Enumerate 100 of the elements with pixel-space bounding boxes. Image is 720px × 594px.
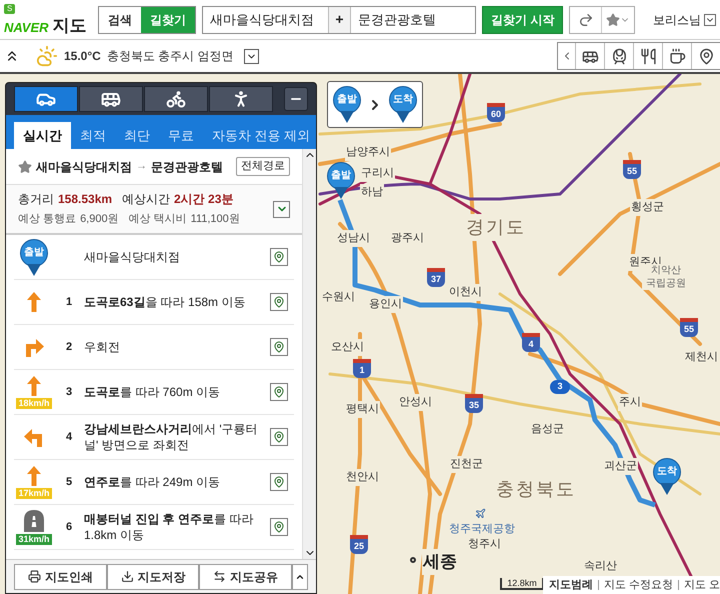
transport-tab[interactable] <box>14 86 78 112</box>
straight-arrow-icon <box>27 292 41 312</box>
airport-icon <box>475 508 486 519</box>
favorite-star-icon[interactable] <box>18 160 32 174</box>
route-step[interactable]: 4 강남세브란스사거리에서 '구룡터널' 방면으로 좌회전 <box>14 415 294 460</box>
route-step[interactable]: 1 도곡로63길을 따라 158m 이동 <box>14 280 294 325</box>
bicycle-icon <box>166 89 186 109</box>
expand-button[interactable] <box>273 200 290 218</box>
route-step[interactable]: 출발 새마을식당대치점 <box>14 235 294 280</box>
share-icon <box>213 570 226 583</box>
minimize-button[interactable] <box>284 87 308 111</box>
footer-link[interactable]: 지도 수정요청 <box>604 576 673 594</box>
footer-link[interactable]: 지도범례 <box>548 576 593 594</box>
route-option-tab[interactable]: 자동차 전용 제외 <box>203 122 316 149</box>
route-option-tab[interactable]: 최단 <box>115 122 159 149</box>
step-instruction: 도곡로를 따라 760m 이동 <box>84 384 222 400</box>
step-number: 4 <box>66 430 74 445</box>
route-step[interactable]: 2 우회전 <box>14 325 294 370</box>
route-step[interactable]: 17km/h 5 연주로를 따라 249m 이동 <box>14 460 294 505</box>
step-number: 3 <box>66 384 74 400</box>
cafe-icon <box>668 48 686 64</box>
map-pin-icon <box>273 296 285 308</box>
transport-tab[interactable] <box>209 86 273 112</box>
step-instruction: 연주로를 따라 249m 이동 <box>84 474 222 490</box>
highway-shield: 55 <box>680 318 698 337</box>
weather-icon <box>36 45 58 67</box>
place-label: 괴산군 <box>603 458 638 474</box>
place-label: 평택시 <box>345 401 380 418</box>
temperature: 15.0°C <box>64 48 101 65</box>
step-instruction: 도곡로63길을 따라 158m 이동 <box>84 294 246 310</box>
taxi-fare-label: 예상 택시비 <box>128 212 187 228</box>
place-label: 성남시 <box>336 230 371 246</box>
train-icon <box>610 48 628 64</box>
toll-value: 6,900원 <box>80 212 119 228</box>
transport-tab[interactable] <box>79 86 143 112</box>
map-view-button[interactable] <box>270 338 288 356</box>
map-view-button[interactable] <box>270 383 288 401</box>
map-view-button[interactable] <box>270 293 288 311</box>
highway-shield: 35 <box>465 394 483 413</box>
scrollbar[interactable] <box>302 149 316 559</box>
step-number: 5 <box>66 474 74 490</box>
map-pin-icon <box>273 521 285 533</box>
pin-icon <box>698 48 714 64</box>
straight-arrow-icon <box>27 466 41 486</box>
reverse-icon <box>578 12 594 28</box>
location-dropdown-icon[interactable] <box>244 48 258 64</box>
step-instruction: 매봉터널 진입 후 연주로를 따라 1.8km 이동 <box>84 511 254 543</box>
print-icon <box>28 570 41 583</box>
speed-badge: 31km/h <box>16 534 52 544</box>
tunnel-icon <box>21 510 47 532</box>
route-option-tab[interactable]: 최적 <box>71 122 115 149</box>
star-icon <box>606 12 620 26</box>
speed-badge: 17km/h <box>16 488 52 498</box>
map-pin-icon <box>273 341 285 353</box>
straight-arrow-icon <box>27 376 41 396</box>
time-value: 2시간 23분 <box>174 191 234 208</box>
footer-link[interactable]: 지도 오 <box>684 576 720 594</box>
map-pin-icon <box>273 431 285 443</box>
map-action-button[interactable]: 지도저장 <box>106 564 200 590</box>
route-option-tab[interactable]: 실시간 <box>14 122 71 149</box>
map-pin-icon <box>273 251 285 263</box>
route-step[interactable]: 31km/h 6 매봉터널 진입 후 연주로를 따라 1.8km 이동 <box>14 505 294 550</box>
route-step[interactable]: 18km/h 3 도곡로를 따라 760m 이동 <box>14 370 294 415</box>
time-label: 예상시간 <box>122 191 170 208</box>
road-number-badge: 3 <box>550 380 570 394</box>
highway-shield: 4 <box>522 333 540 352</box>
distance-label: 총거리 <box>18 191 54 208</box>
place-label: 안성시 <box>398 394 433 410</box>
map-view-button[interactable] <box>270 428 288 446</box>
step-instruction: 우회전 <box>84 339 121 355</box>
restaurant-icon <box>640 48 656 64</box>
place-label: 구리시 <box>360 165 395 182</box>
map-view-button[interactable] <box>270 518 288 536</box>
collapse-button[interactable] <box>292 564 308 590</box>
speed-badge: 18km/h <box>16 398 52 408</box>
highway-shield: 25 <box>350 535 368 554</box>
route-option-tab[interactable]: 무료 <box>159 122 203 149</box>
route-origin: 새마을식당대치점 <box>36 158 132 176</box>
map-action-button[interactable]: 지도공유 <box>199 564 292 590</box>
map-view-button[interactable] <box>270 248 288 266</box>
transport-tab[interactable] <box>144 86 208 112</box>
highway-shield: 60 <box>487 103 505 122</box>
highway-shield: 1 <box>353 359 371 378</box>
map-view-button[interactable] <box>270 473 288 491</box>
full-route-button[interactable]: 전체경로 <box>236 157 290 176</box>
distance-value: 158.53km <box>58 191 112 208</box>
place-label: 세종 <box>422 549 458 574</box>
map-action-button[interactable]: 지도인쇄 <box>14 564 107 590</box>
place-label: 남양주시 <box>345 144 391 160</box>
highway-shield: 37 <box>427 268 445 287</box>
place-label: 진천군 <box>449 456 484 472</box>
step-number: 6 <box>66 520 74 535</box>
place-label: 횡성군 <box>630 199 665 216</box>
user-name[interactable]: 보리스님 <box>653 10 701 28</box>
place-label: 천안시 <box>345 469 380 486</box>
place-label: 이천시 <box>448 284 483 300</box>
weather-location: 충청북도 충주시 엄정면 <box>106 48 234 65</box>
toll-label: 예상 통행료 <box>18 212 76 228</box>
route-destination: 문경관광호텔 <box>151 158 223 176</box>
user-menu-icon[interactable] <box>704 14 716 26</box>
